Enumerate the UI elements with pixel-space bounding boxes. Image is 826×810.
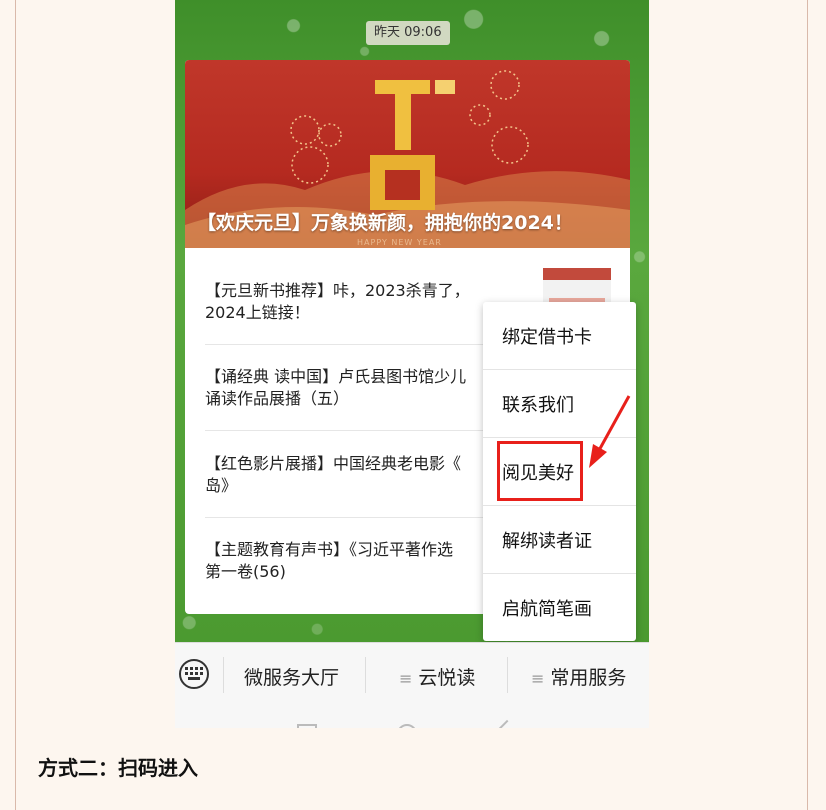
keyboard-toggle-icon[interactable] (179, 659, 209, 689)
article-item-1[interactable]: 【元旦新书推荐】咔，2023杀青了， 2024上链接！ (205, 280, 495, 324)
home-icon[interactable] (397, 724, 417, 728)
back-icon[interactable] (492, 719, 522, 728)
service-menu-bar: 微服务大厅 ≡ 云悦读 ≡ 常用服务 (175, 642, 649, 709)
frame-left-border (15, 0, 16, 810)
tab-divider (223, 657, 224, 693)
recent-apps-icon[interactable] (297, 724, 317, 728)
tab-label: 微服务大厅 (244, 667, 340, 689)
highlight-box (497, 441, 583, 501)
menu-item-bind-library-card[interactable]: 绑定借书卡 (483, 302, 636, 369)
menu-item-label: 联系我们 (502, 395, 574, 416)
banner-title: 【欢庆元旦】万象换新颜，拥抱你的2024！ (197, 212, 573, 234)
tab-label: 云悦读 (418, 667, 476, 689)
tab-micro-service-hall[interactable]: 微服务大厅 (244, 663, 339, 690)
menu-item-label: 绑定借书卡 (502, 327, 592, 348)
red-arrow-icon (589, 395, 631, 468)
article-title-line: 岛》 (205, 476, 238, 495)
article-title-line: 【红色影片展播】中国经典老电影《 (205, 454, 462, 473)
article-title-line: 2024上链接！ (205, 303, 310, 322)
frame-right-border (807, 0, 808, 810)
menu-lines-icon: ≡ (399, 669, 413, 688)
tab-divider (507, 657, 508, 693)
tab-label: 常用服务 (550, 667, 627, 689)
menu-item-label: 解绑读者证 (502, 531, 592, 552)
menu-item-sketch-drawing[interactable]: 启航简笔画 (483, 574, 636, 641)
thumbnail-header (543, 268, 611, 280)
article-title-line: 【主题教育有声书】《习近平著作选 (205, 540, 454, 559)
banner-image[interactable]: 【欢庆元旦】万象换新颜，拥抱你的2024！ HAPPY NEW YEAR (185, 60, 630, 248)
message-timestamp: 昨天 09:06 (366, 21, 450, 45)
menu-item-unbind-reader-card[interactable]: 解绑读者证 (483, 506, 636, 573)
article-item-2[interactable]: 【诵经典 读中国】卢氏县图书馆少儿 诵读作品展播（五） (205, 366, 495, 410)
article-title-line: 【诵经典 读中国】卢氏县图书馆少儿 (205, 367, 467, 386)
article-title-line: 【元旦新书推荐】咔，2023杀青了， (205, 281, 470, 300)
tab-common-services[interactable]: ≡ 常用服务 (531, 663, 626, 690)
menu-item-label: 启航简笔画 (502, 599, 592, 620)
tab-divider (365, 657, 366, 693)
banner-subtitle: HAPPY NEW YEAR (357, 238, 442, 247)
system-nav-bar (175, 708, 649, 728)
article-item-4[interactable]: 【主题教育有声书】《习近平著作选 第一卷(56) (205, 539, 495, 583)
menu-lines-icon: ≡ (531, 669, 545, 688)
tab-cloud-reading[interactable]: ≡ 云悦读 (399, 663, 475, 690)
article-title-line: 诵读作品展播（五） (205, 389, 350, 408)
section-caption: 方式二：扫码进入 (38, 756, 198, 780)
article-item-3[interactable]: 【红色影片展播】中国经典老电影《 岛》 (205, 453, 495, 497)
article-title-line: 第一卷(56) (205, 562, 286, 581)
